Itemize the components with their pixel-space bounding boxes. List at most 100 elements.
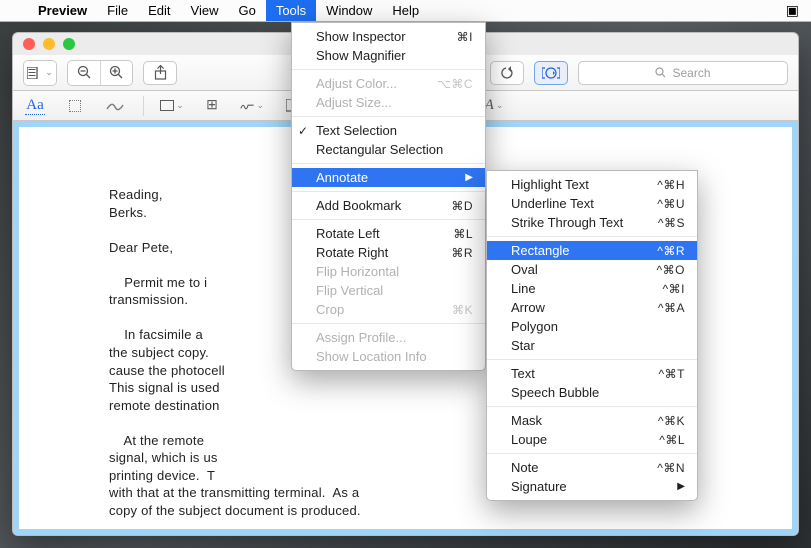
annotate-menu-item-signature[interactable]: Signature▶ [487, 477, 697, 496]
menubar-item-preview[interactable]: Preview [28, 0, 97, 21]
rotate-button[interactable] [490, 61, 524, 85]
menu-item-label: Polygon [511, 319, 685, 334]
text-style-button[interactable]: Aa [23, 96, 47, 116]
search-placeholder: Search [672, 66, 710, 80]
menu-item-label: Assign Profile... [316, 330, 473, 345]
menu-shortcut: ^⌘A [638, 301, 685, 315]
menu-shortcut: ⌘D [431, 199, 473, 213]
submenu-arrow-icon: ▶ [661, 481, 685, 492]
menu-item-label: Highlight Text [511, 177, 637, 192]
tools-menu-item-crop: Crop⌘K [292, 300, 485, 319]
annotate-menu-item-highlight-text[interactable]: Highlight Text^⌘H [487, 175, 697, 194]
annotate-menu-item-rectangle[interactable]: Rectangle^⌘R [487, 241, 697, 260]
shapes-button[interactable]: ⌄ [160, 96, 184, 116]
tools-menu-item-adjust-color: Adjust Color...⌥⌘C [292, 74, 485, 93]
annotate-menu-item-oval[interactable]: Oval^⌘O [487, 260, 697, 279]
menubar-item-tools[interactable]: Tools [266, 0, 316, 21]
menu-shortcut: ⌘L [433, 227, 473, 241]
menu-shortcut: ^⌘H [637, 178, 685, 192]
menu-item-label: Oval [511, 262, 637, 277]
zoom-in-button[interactable] [100, 61, 132, 85]
menu-shortcut: ^⌘T [639, 367, 685, 381]
rectangular-selection-button[interactable] [63, 96, 87, 116]
menu-item-label: Rotate Left [316, 226, 433, 241]
menu-item-label: Flip Vertical [316, 283, 473, 298]
menu-item-label: Speech Bubble [511, 385, 685, 400]
menu-shortcut: ⌘R [431, 246, 473, 260]
menu-item-label: Strike Through Text [511, 215, 638, 230]
menu-shortcut: ^⌘S [638, 216, 685, 230]
tools-menu-item-add-bookmark[interactable]: Add Bookmark⌘D [292, 196, 485, 215]
menu-item-label: Rotate Right [316, 245, 431, 260]
annotate-menu-item-underline-text[interactable]: Underline Text^⌘U [487, 194, 697, 213]
menu-item-label: Underline Text [511, 196, 637, 211]
annotate-submenu: Highlight Text^⌘HUnderline Text^⌘UStrike… [486, 170, 698, 501]
zoom-group [67, 60, 133, 86]
menu-shortcut: ^⌘R [637, 244, 685, 258]
sign-button[interactable]: ⌄ [240, 96, 264, 116]
menu-item-label: Crop [316, 302, 432, 317]
markup-toggle-button[interactable] [534, 61, 568, 85]
menu-shortcut: ^⌘U [637, 197, 685, 211]
zoom-out-button[interactable] [68, 61, 100, 85]
menubar-item-edit[interactable]: Edit [138, 0, 180, 21]
menu-item-label: Show Magnifier [316, 48, 473, 63]
tools-menu-item-rotate-left[interactable]: Rotate Left⌘L [292, 224, 485, 243]
tools-menu-item-show-magnifier[interactable]: Show Magnifier [292, 46, 485, 65]
menu-item-label: Add Bookmark [316, 198, 431, 213]
menu-shortcut: ⌥⌘C [417, 77, 473, 91]
menubar-item-go[interactable]: Go [228, 0, 265, 21]
search-input[interactable]: Search [578, 61, 788, 85]
tools-menu: Show Inspector⌘I Show Magnifier Adjust Col… [291, 22, 486, 371]
menu-item-label: Signature [511, 479, 661, 494]
view-mode-button[interactable]: ⌄ [24, 61, 56, 85]
annotate-menu-item-polygon[interactable]: Polygon [487, 317, 697, 336]
menu-item-label: Note [511, 460, 637, 475]
minimize-button[interactable] [43, 38, 55, 50]
menu-shortcut: ^⌘N [637, 461, 685, 475]
annotate-menu-item-star[interactable]: Star [487, 336, 697, 355]
menu-item-label: Rectangular Selection [316, 142, 473, 157]
menubar-item-file[interactable]: File [97, 0, 138, 21]
annotate-menu-item-strike-through-text[interactable]: Strike Through Text^⌘S [487, 213, 697, 232]
submenu-arrow-icon: ▶ [449, 172, 473, 183]
fullscreen-button[interactable] [63, 38, 75, 50]
menu-item-label: Text [511, 366, 639, 381]
menu-item-label: Mask [511, 413, 638, 428]
menu-shortcut: ^⌘O [637, 263, 685, 277]
menu-shortcut: ⌘K [432, 303, 473, 317]
tools-menu-item-rectangular-selection[interactable]: Rectangular Selection [292, 140, 485, 159]
menu-item-label: Show Location Info [316, 349, 473, 364]
tools-menu-item-annotate[interactable]: Annotate▶ [292, 168, 485, 187]
annotate-menu-item-speech-bubble[interactable]: Speech Bubble [487, 383, 697, 402]
annotate-menu-item-loupe[interactable]: Loupe^⌘L [487, 430, 697, 449]
tools-menu-item-flip-vertical: Flip Vertical [292, 281, 485, 300]
menubar-item-view[interactable]: View [181, 0, 229, 21]
menu-item-label: Star [511, 338, 685, 353]
sketch-button[interactable] [103, 96, 127, 116]
close-button[interactable] [23, 38, 35, 50]
tools-menu-item-assign-profile: Assign Profile... [292, 328, 485, 347]
menubar-item-window[interactable]: Window [316, 0, 382, 21]
menubar-item-help[interactable]: Help [382, 0, 429, 21]
menu-shortcut: ^⌘K [638, 414, 685, 428]
tools-menu-item-show-location-info: Show Location Info [292, 347, 485, 366]
menu-item-label: Line [511, 281, 643, 296]
annotate-menu-item-mask[interactable]: Mask^⌘K [487, 411, 697, 430]
tools-menu-item-show-inspector[interactable]: Show Inspector⌘I [292, 27, 485, 46]
menu-shortcut: ⌘I [437, 30, 473, 44]
menu-item-label: Arrow [511, 300, 638, 315]
view-mode-group: ⌄ [23, 60, 57, 86]
annotate-menu-item-arrow[interactable]: Arrow^⌘A [487, 298, 697, 317]
share-button[interactable] [143, 61, 177, 85]
tools-menu-item-text-selection[interactable]: ✓Text Selection [292, 121, 485, 140]
text-tool-button[interactable]: ⊞ [200, 96, 224, 116]
annotate-menu-item-text[interactable]: Text^⌘T [487, 364, 697, 383]
menu-item-label: Adjust Color... [316, 76, 417, 91]
system-menubar: PreviewFileEditViewGoToolsWindowHelp ▣ [0, 0, 811, 22]
annotate-menu-item-line[interactable]: Line^⌘I [487, 279, 697, 298]
menu-item-label: Flip Horizontal [316, 264, 473, 279]
menu-extra-icon[interactable]: ▣ [786, 2, 799, 19]
annotate-menu-item-note[interactable]: Note^⌘N [487, 458, 697, 477]
tools-menu-item-rotate-right[interactable]: Rotate Right⌘R [292, 243, 485, 262]
